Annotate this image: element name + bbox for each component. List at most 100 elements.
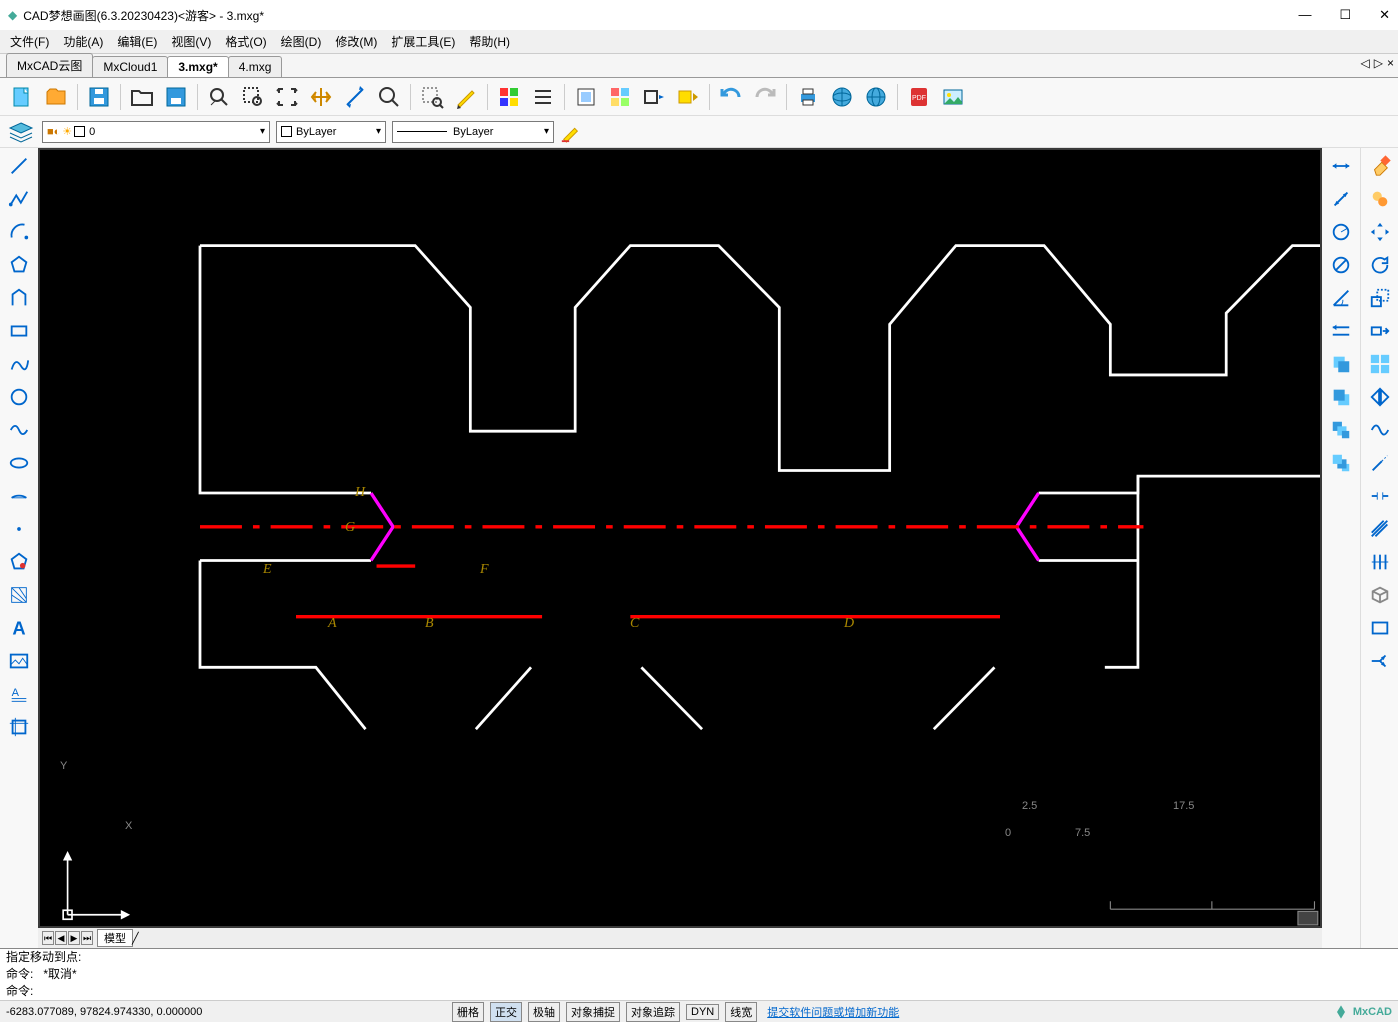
move-rect-button[interactable]: [638, 81, 670, 113]
arrow-split-tool[interactable]: [1364, 645, 1396, 677]
model-tab[interactable]: 模型: [97, 929, 133, 947]
undo-button[interactable]: [715, 81, 747, 113]
image-tool[interactable]: [3, 645, 35, 677]
first-layout[interactable]: ⏮: [42, 931, 54, 945]
pan-button[interactable]: [305, 81, 337, 113]
lineweight-button[interactable]: [560, 121, 582, 143]
menu-help[interactable]: 帮助(H): [469, 33, 510, 50]
menu-modify[interactable]: 修改(M): [335, 33, 377, 50]
pdf-button[interactable]: PDF: [903, 81, 935, 113]
scale-tool[interactable]: [1364, 282, 1396, 314]
rect-tool[interactable]: [3, 315, 35, 347]
layer-manager-icon[interactable]: [6, 119, 36, 145]
rect-modify-tool[interactable]: [1364, 612, 1396, 644]
colors-button[interactable]: [493, 81, 525, 113]
dim-aligned-tool[interactable]: [1325, 183, 1357, 215]
tab-close[interactable]: ×: [1387, 56, 1394, 70]
revcloud-tool[interactable]: [3, 480, 35, 512]
polyline-tool[interactable]: [3, 183, 35, 215]
menu-view[interactable]: 视图(V): [171, 33, 211, 50]
new-button[interactable]: [6, 81, 38, 113]
mirror-tool[interactable]: [1364, 381, 1396, 413]
highlight-button[interactable]: [672, 81, 704, 113]
tab-scroll-left[interactable]: ◁: [1361, 56, 1370, 70]
save-button[interactable]: [83, 81, 115, 113]
web1-button[interactable]: [826, 81, 858, 113]
break-tool[interactable]: [1364, 480, 1396, 512]
bring-forward-tool[interactable]: [1325, 414, 1357, 446]
prev-layout[interactable]: ◀: [55, 931, 67, 945]
status-lweight[interactable]: 线宽: [725, 1002, 757, 1022]
status-grid[interactable]: 栅格: [452, 1002, 484, 1022]
status-otrack[interactable]: 对象追踪: [626, 1002, 680, 1022]
erase-tool[interactable]: [1364, 150, 1396, 182]
tab-mxcad-cloud[interactable]: MxCAD云图: [6, 53, 93, 77]
web2-button[interactable]: [860, 81, 892, 113]
drawing-canvas[interactable]: A B C D E F G H X Y 2.5 17.5 0 7.5: [38, 148, 1322, 928]
list-button[interactable]: [527, 81, 559, 113]
status-ortho[interactable]: 正交: [490, 1002, 522, 1022]
hatch-tool[interactable]: [3, 546, 35, 578]
image-button[interactable]: [937, 81, 969, 113]
dim-horiz-tool[interactable]: [1325, 315, 1357, 347]
saveas-button[interactable]: [160, 81, 192, 113]
line-tool[interactable]: [3, 150, 35, 182]
measure-button[interactable]: [339, 81, 371, 113]
spline2-tool[interactable]: [3, 414, 35, 446]
align-front-tool[interactable]: [1325, 348, 1357, 380]
zoom-extents-button[interactable]: [271, 81, 303, 113]
arc-tool[interactable]: [3, 216, 35, 248]
zoom-button[interactable]: [373, 81, 405, 113]
close-button[interactable]: ✕: [1379, 7, 1390, 23]
status-polar[interactable]: 极轴: [528, 1002, 560, 1022]
dim-angle-tool[interactable]: [1325, 282, 1357, 314]
open-button[interactable]: [40, 81, 72, 113]
dim-diameter-tool[interactable]: [1325, 249, 1357, 281]
menu-draw[interactable]: 绘图(D): [281, 33, 322, 50]
command-input[interactable]: [37, 984, 1392, 998]
crop-tool[interactable]: [3, 711, 35, 743]
tab-4mxg[interactable]: 4.mxg: [228, 56, 283, 77]
extend-tool[interactable]: [1364, 447, 1396, 479]
next-layout[interactable]: ▶: [68, 931, 80, 945]
dim-radius-tool[interactable]: [1325, 216, 1357, 248]
dim-linear-tool[interactable]: [1325, 150, 1357, 182]
layer-button[interactable]: [570, 81, 602, 113]
polygon-tool[interactable]: [3, 249, 35, 281]
tab-mxcloud1[interactable]: MxCloud1: [92, 56, 168, 77]
last-layout[interactable]: ⏭: [81, 931, 93, 945]
menu-ext[interactable]: 扩展工具(E): [391, 33, 455, 50]
feedback-link[interactable]: 提交软件问题或增加新功能: [767, 1004, 899, 1020]
trim-tool[interactable]: [1364, 348, 1396, 380]
region-tool[interactable]: [3, 579, 35, 611]
menu-format[interactable]: 格式(O): [225, 33, 266, 50]
print-button[interactable]: [792, 81, 824, 113]
copy-tool[interactable]: [1364, 183, 1396, 215]
status-dyn[interactable]: DYN: [686, 1004, 719, 1020]
zoom-window-button[interactable]: [203, 81, 235, 113]
point-tool[interactable]: [3, 513, 35, 545]
text-tool[interactable]: A: [3, 612, 35, 644]
spline-tool[interactable]: [3, 348, 35, 380]
redo-button[interactable]: [749, 81, 781, 113]
zoom-rect-button[interactable]: [237, 81, 269, 113]
menu-edit[interactable]: 编辑(E): [117, 33, 157, 50]
parallel-tool[interactable]: [1364, 546, 1396, 578]
stretch-tool[interactable]: [1364, 315, 1396, 347]
send-backward-tool[interactable]: [1325, 447, 1357, 479]
align-back-tool[interactable]: [1325, 381, 1357, 413]
maximize-button[interactable]: ☐: [1339, 7, 1351, 23]
polygon-open-tool[interactable]: [3, 282, 35, 314]
menu-file[interactable]: 文件(F): [10, 33, 49, 50]
minimize-button[interactable]: —: [1298, 7, 1311, 23]
tab-scroll-right[interactable]: ▷: [1374, 56, 1383, 70]
offset-tool[interactable]: [1364, 513, 1396, 545]
wave-tool[interactable]: [1364, 414, 1396, 446]
mtext-tool[interactable]: A: [3, 678, 35, 710]
rotate-tool[interactable]: [1364, 249, 1396, 281]
menu-function[interactable]: 功能(A): [63, 33, 103, 50]
ellipse-tool[interactable]: [3, 447, 35, 479]
circle-tool[interactable]: [3, 381, 35, 413]
layer-dropdown[interactable]: ■◐ ☀ 0: [42, 121, 270, 143]
draw-button[interactable]: [450, 81, 482, 113]
